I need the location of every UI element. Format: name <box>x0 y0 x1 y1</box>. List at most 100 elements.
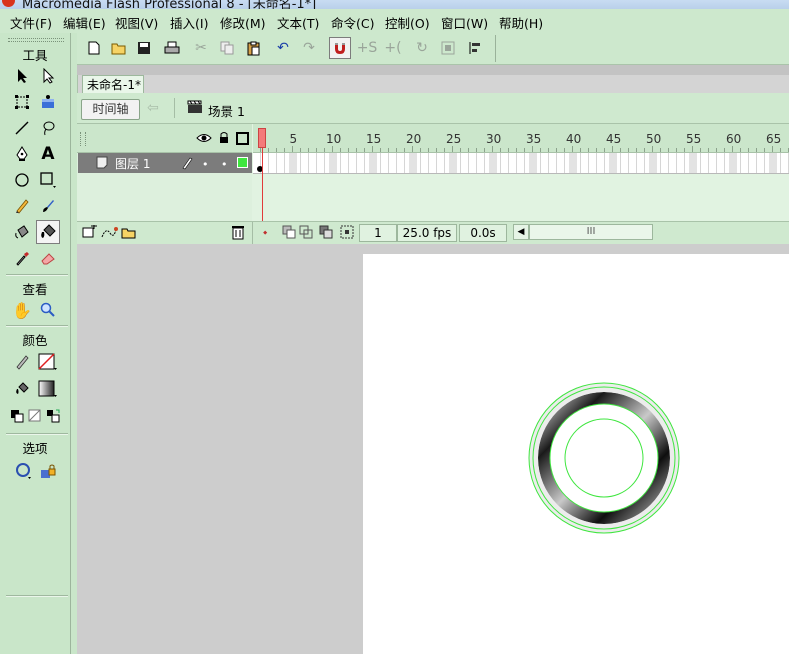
black-white-icon <box>11 410 24 423</box>
menu-insert[interactable]: 插入(I) <box>170 13 208 32</box>
ruler-tick <box>276 148 277 152</box>
brush-tool[interactable] <box>37 195 59 217</box>
playhead[interactable] <box>258 128 266 148</box>
pen-tool[interactable] <box>11 143 33 165</box>
lasso-tool[interactable] <box>37 117 59 139</box>
menu-control[interactable]: 控制(O) <box>385 13 430 32</box>
timeline-hscroll-thumb[interactable]: III <box>529 224 653 240</box>
align-icon <box>469 42 480 54</box>
menu-text[interactable]: 文本(T) <box>277 13 319 32</box>
paste-button[interactable] <box>245 39 263 57</box>
copy-button[interactable] <box>218 39 236 57</box>
ruler-tick <box>660 148 661 152</box>
tools-separator <box>6 274 68 276</box>
smooth-button[interactable]: +S <box>357 39 378 57</box>
add-motion-guide-icon[interactable] <box>100 225 118 242</box>
rectangle-tool[interactable] <box>37 169 59 191</box>
swap-colors-button[interactable] <box>44 405 62 427</box>
snap-to-objects-button[interactable] <box>329 37 351 59</box>
ruler-tick <box>444 148 445 152</box>
transform-icon <box>15 95 29 109</box>
redo-button[interactable]: ↷ <box>300 39 318 57</box>
fill-transform-tool[interactable] <box>37 91 59 113</box>
modify-onion-markers-icon[interactable] <box>340 225 354 242</box>
menu-window[interactable]: 窗口(W) <box>441 13 488 32</box>
layer-name[interactable]: 图层 1 <box>115 155 150 172</box>
black-white-button[interactable] <box>8 405 26 427</box>
onion-skin-outlines-icon[interactable] <box>299 225 313 242</box>
menu-help[interactable]: 帮助(H) <box>499 13 543 32</box>
onion-skin-icon[interactable] <box>282 225 296 242</box>
inner-fill[interactable] <box>550 404 658 512</box>
ruler-tick <box>316 148 317 152</box>
eyedropper-tool[interactable] <box>11 247 33 269</box>
edit-multiple-frames-icon[interactable] <box>319 225 333 242</box>
free-transform-tool[interactable] <box>11 91 33 113</box>
outline-layers-icon[interactable] <box>236 132 249 145</box>
menu-commands[interactable]: 命令(C) <box>331 13 374 32</box>
open-button[interactable] <box>110 39 128 57</box>
delete-layer-icon[interactable] <box>231 224 245 243</box>
flash-app-icon <box>2 0 15 7</box>
ink-bottle-tool[interactable] <box>11 221 33 243</box>
rotate-icon: ↻ <box>416 40 428 56</box>
no-color-button[interactable] <box>26 405 44 427</box>
frame-cell-marker <box>409 153 417 173</box>
align-button[interactable] <box>466 39 484 57</box>
save-button[interactable] <box>135 39 153 57</box>
outline-color-swatch[interactable] <box>237 157 248 168</box>
subselection-tool[interactable] <box>37 65 59 87</box>
stroke-pencil-icon <box>16 355 29 370</box>
cut-button[interactable]: ✂ <box>192 39 210 57</box>
selection-tool[interactable] <box>11 65 33 87</box>
scroll-left-button[interactable]: ◀ <box>513 224 529 240</box>
undo-button[interactable]: ↶ <box>274 39 292 57</box>
center-frame-icon[interactable]: ⬩ <box>263 225 267 240</box>
fill-color-swatch[interactable] <box>37 378 59 400</box>
current-frame-field: 1 <box>359 224 397 242</box>
panel-grip[interactable] <box>8 38 64 42</box>
insert-layer-icon[interactable] <box>82 223 98 242</box>
oval-tool[interactable] <box>11 169 33 191</box>
new-button[interactable] <box>85 39 103 57</box>
scale-button[interactable] <box>439 39 457 57</box>
frame-rate-field[interactable]: 25.0 fps <box>397 224 457 242</box>
lock-layers-icon[interactable] <box>219 131 229 147</box>
insert-folder-icon[interactable] <box>121 225 137 242</box>
timeline-grip[interactable] <box>80 132 86 146</box>
straighten-button[interactable]: +( <box>384 39 402 57</box>
eraser-tool[interactable] <box>37 247 59 269</box>
lock-fill-option[interactable] <box>37 460 59 482</box>
ruler-tick <box>612 146 613 152</box>
ruler-tick <box>284 148 285 152</box>
line-tool[interactable] <box>11 117 33 139</box>
lock-dot[interactable]: • <box>221 158 228 171</box>
zoom-tool[interactable] <box>37 299 59 321</box>
pencil-tool[interactable] <box>11 195 33 217</box>
timeline-toggle-button[interactable]: 时间轴 <box>81 99 140 120</box>
copy-icon <box>220 41 234 55</box>
rotate-skew-button[interactable]: ↻ <box>413 39 431 57</box>
menu-edit[interactable]: 编辑(E) <box>63 13 106 32</box>
gap-size-option[interactable] <box>14 460 36 482</box>
stage[interactable] <box>363 254 789 654</box>
document-tab[interactable]: 未命名-1* <box>82 75 144 93</box>
print-button[interactable] <box>163 39 181 57</box>
scene-label[interactable]: 场景 1 <box>208 101 245 120</box>
ruler-number: 30 <box>486 132 502 146</box>
frame-track[interactable] <box>253 153 789 174</box>
menu-modify[interactable]: 修改(M) <box>220 13 266 32</box>
menu-view[interactable]: 视图(V) <box>115 13 158 32</box>
menu-file[interactable]: 文件(F) <box>10 13 52 32</box>
hand-tool[interactable]: ✋ <box>11 299 33 321</box>
colors-separator <box>6 433 68 435</box>
stroke-color-swatch[interactable] <box>37 351 59 373</box>
ruler-tick <box>404 148 405 152</box>
layer-row[interactable]: 图层 1 • • <box>78 153 252 173</box>
show-hide-eye-icon[interactable] <box>196 132 212 147</box>
paint-bucket-tool[interactable] <box>36 220 60 244</box>
back-arrow-icon[interactable]: ⇦ <box>147 100 159 116</box>
visibility-dot[interactable]: • <box>202 158 209 171</box>
text-tool[interactable]: A <box>37 143 59 165</box>
frame-ruler[interactable]: 15101520253035404550556065 <box>253 124 789 153</box>
